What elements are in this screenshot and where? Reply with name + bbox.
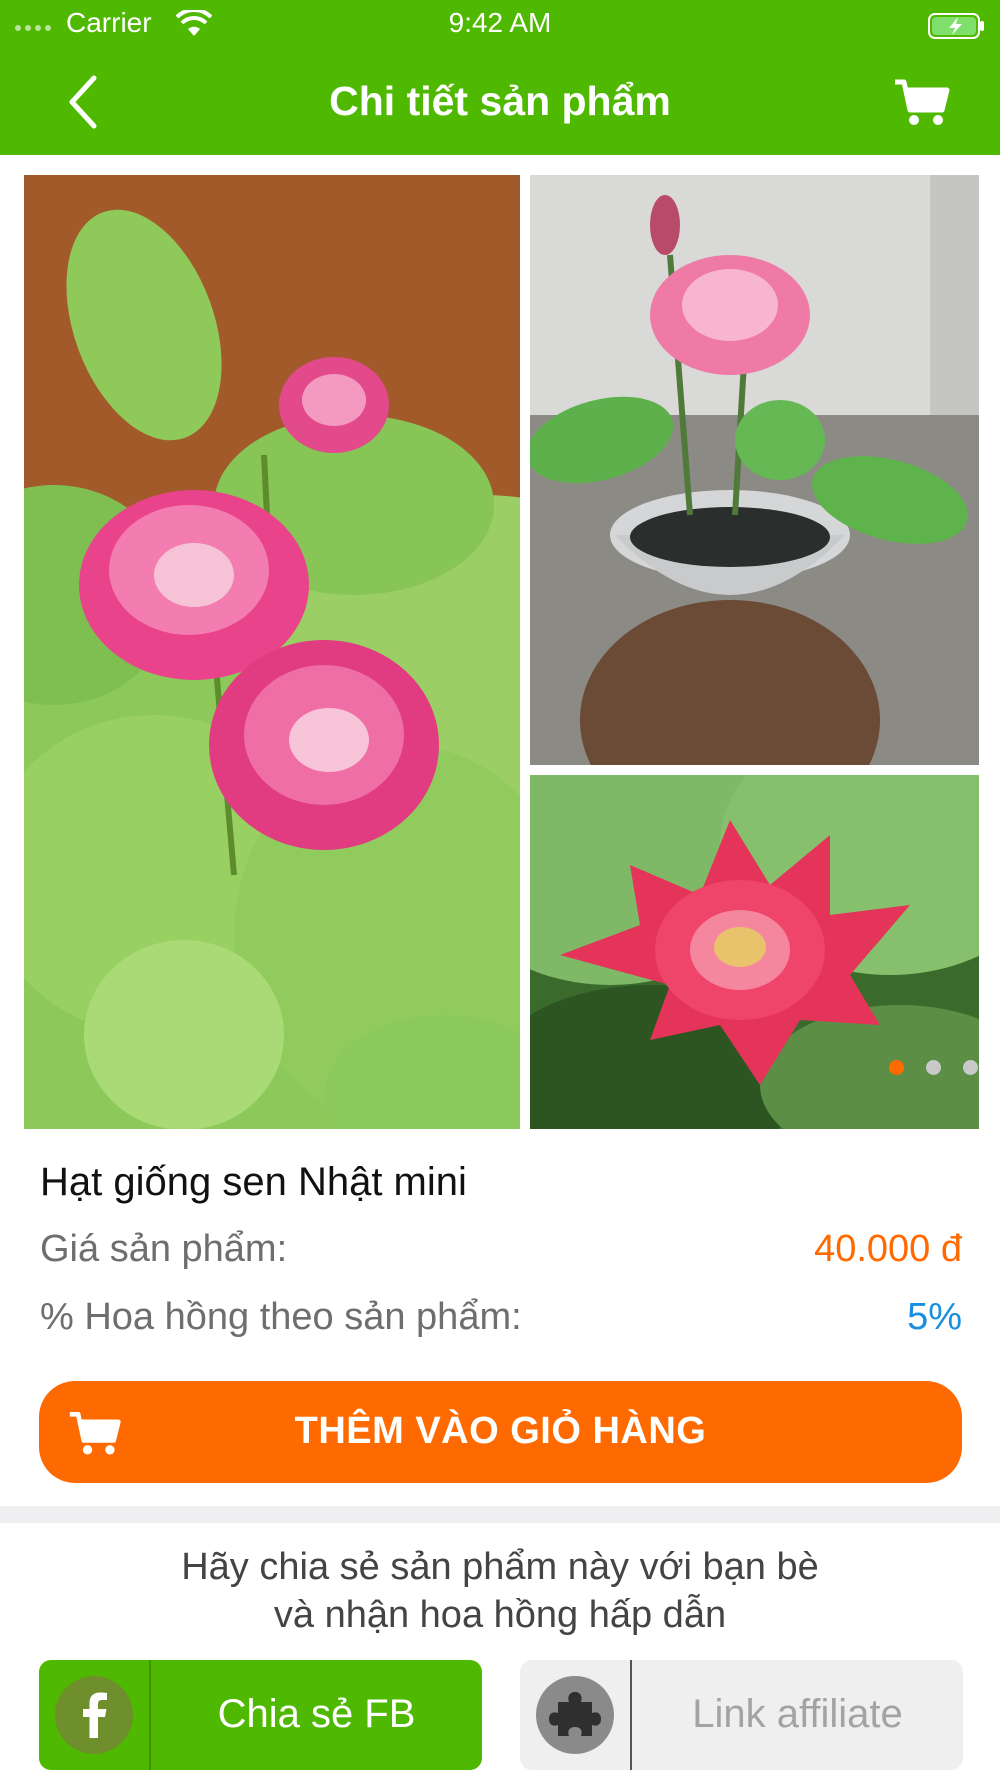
pagination-dot-2[interactable] <box>926 1060 941 1075</box>
commission-value: 5% <box>907 1296 962 1338</box>
product-name: Hạt giống sen Nhật mini <box>40 1160 467 1204</box>
affiliate-link-button[interactable]: Link affiliate <box>520 1660 963 1770</box>
share-facebook-button[interactable]: Chia sẻ FB <box>39 1660 482 1770</box>
add-to-cart-button[interactable]: THÊM VÀO GIỎ HÀNG <box>39 1381 962 1483</box>
share-prompt-line-2: và nhận hoa hồng hấp dẫn <box>273 1594 727 1636</box>
price-value: 40.000 đ <box>814 1228 962 1270</box>
cart-icon[interactable] <box>892 72 952 132</box>
clock: 9:42 AM <box>448 7 552 38</box>
pagination-dot-1[interactable] <box>889 1060 904 1075</box>
price-label: Giá sản phẩm: <box>40 1228 288 1270</box>
affiliate-link-label: Link affiliate <box>692 1692 903 1736</box>
section-divider <box>0 1506 1000 1523</box>
page-title: Chi tiết sản phẩm <box>329 78 671 124</box>
product-image-gallery[interactable] <box>24 175 979 1129</box>
share-prompt-line-1: Hãy chia sẻ sản phẩm này với bạn bè <box>181 1546 819 1588</box>
add-to-cart-label: THÊM VÀO GIỎ HÀNG <box>294 1410 707 1452</box>
pagination-dot-3[interactable] <box>963 1060 978 1075</box>
product-image-main[interactable] <box>24 175 520 1129</box>
puzzle-icon <box>536 1676 614 1754</box>
top-bar: Carrier 9:42 AM Chi tiết sản phẩm <box>0 0 1000 155</box>
status-bar: Carrier 9:42 AM <box>0 0 1000 48</box>
commission-label: % Hoa hồng theo sản phẩm: <box>40 1296 522 1338</box>
product-image-3[interactable] <box>530 775 979 1129</box>
product-image-2[interactable] <box>530 175 979 765</box>
battery-icon <box>928 13 984 39</box>
share-facebook-label: Chia sẻ FB <box>217 1692 416 1736</box>
facebook-icon <box>55 1676 133 1754</box>
commission-row: % Hoa hồng theo sản phẩm: 5% <box>40 1296 962 1339</box>
price-row: Giá sản phẩm: 40.000 đ <box>40 1228 962 1271</box>
gallery-pagination[interactable] <box>889 1060 978 1075</box>
share-prompt: Hãy chia sẻ sản phẩm này với bạn bè và n… <box>0 1543 1000 1639</box>
